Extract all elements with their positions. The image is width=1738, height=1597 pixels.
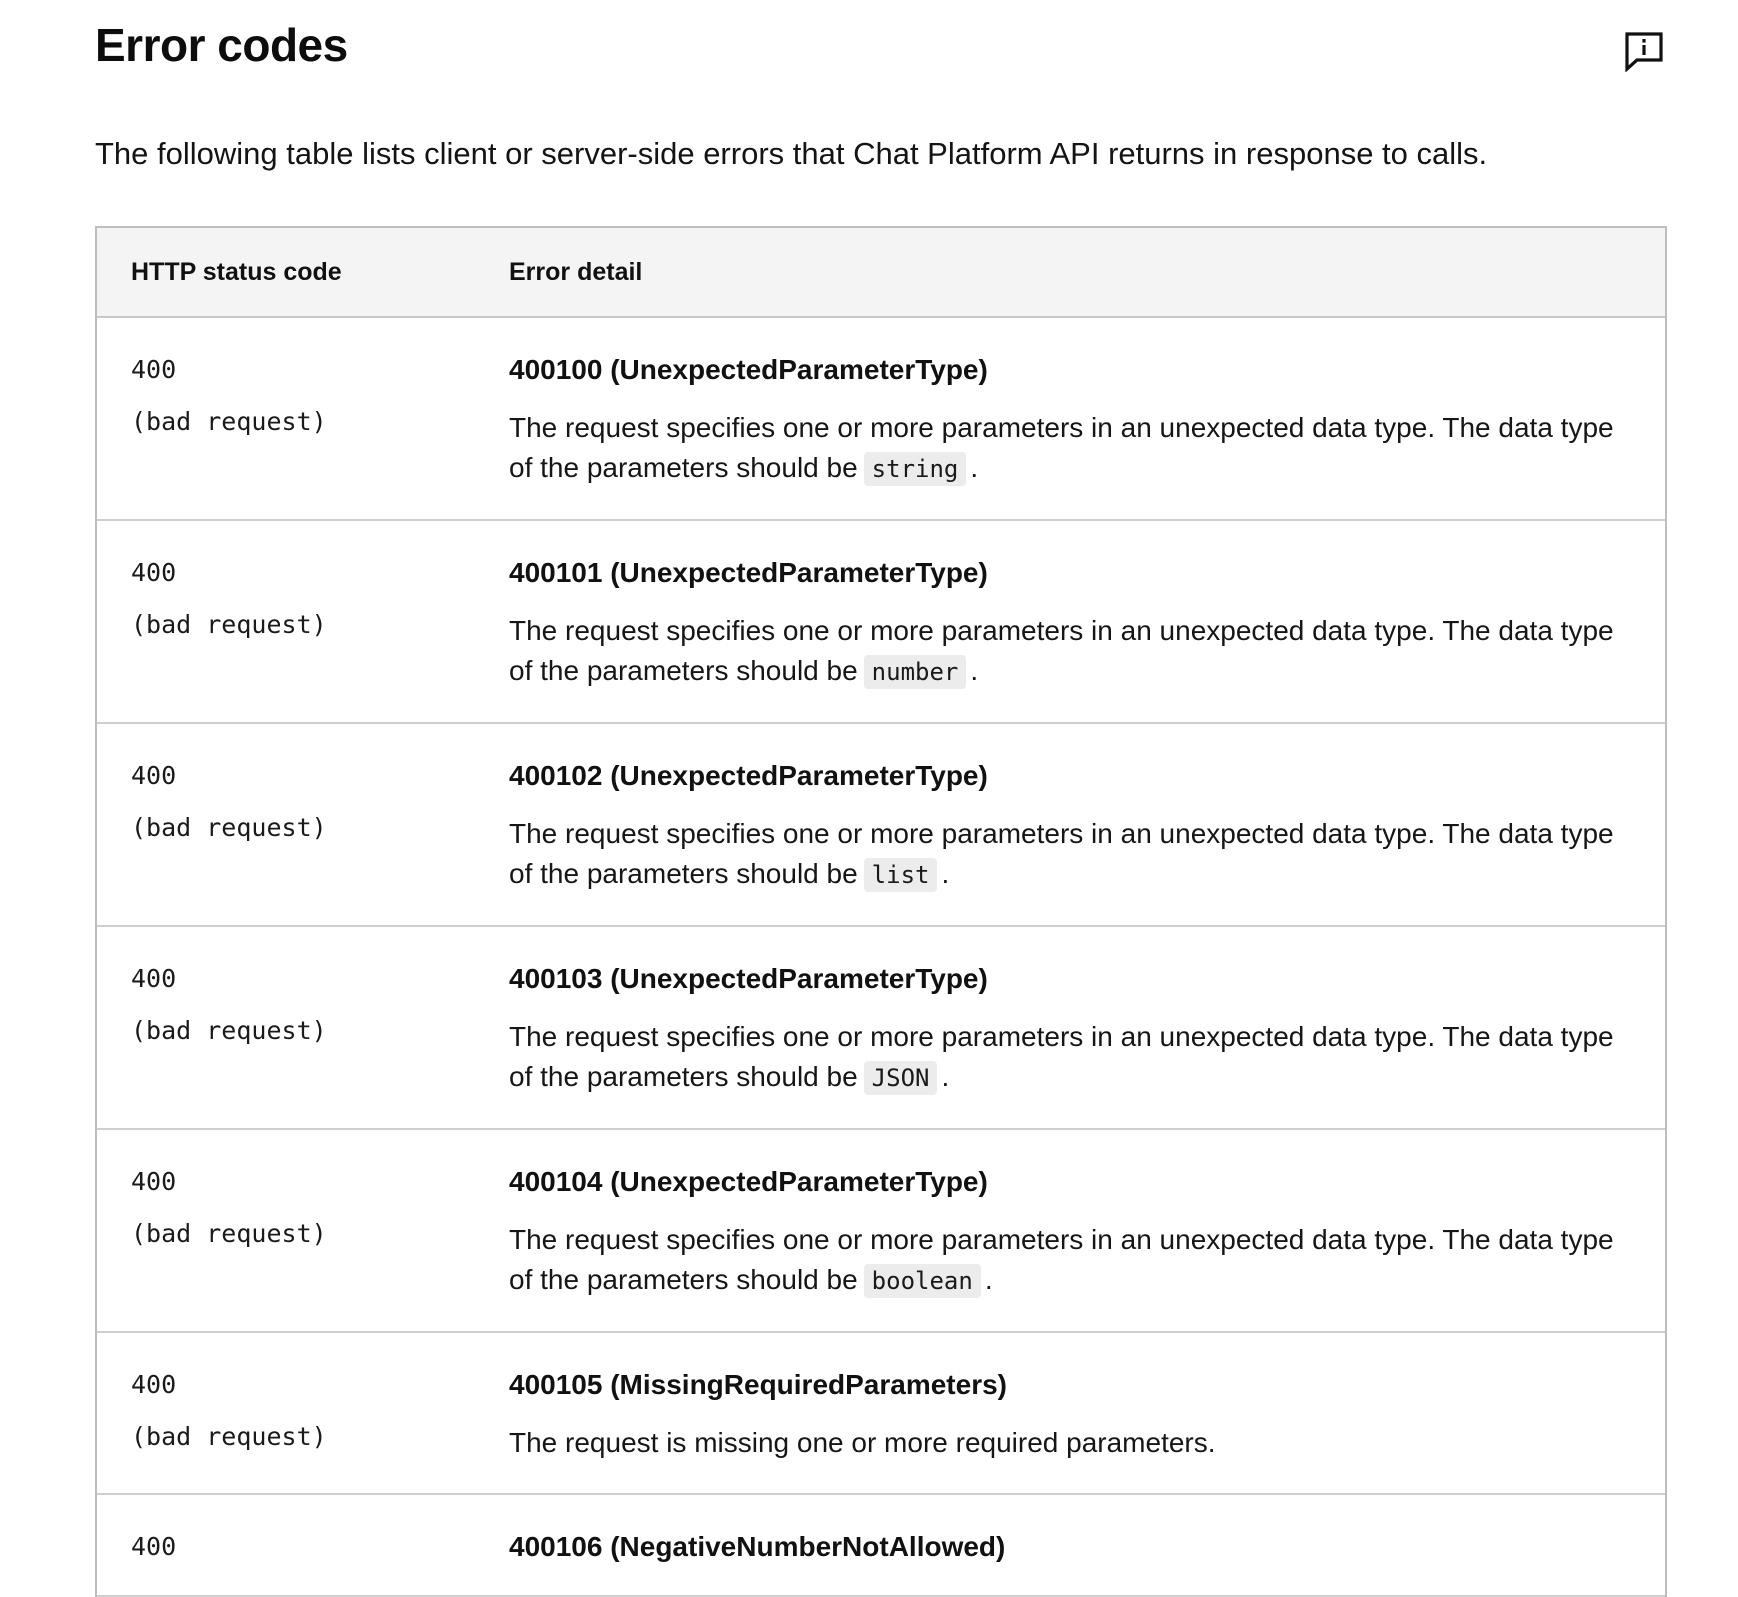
error-title: 400103 (UnexpectedParameterType) xyxy=(509,963,988,994)
status-code: 400 xyxy=(131,558,177,587)
error-description-end: . xyxy=(984,1264,993,1295)
table-row: 400 (bad request) 400105 (MissingRequire… xyxy=(97,1332,1665,1495)
status-text: (bad request) xyxy=(131,813,327,842)
error-title: 400106 (NegativeNumberNotAllowed) xyxy=(509,1531,1006,1562)
error-description: The request specifies one or more parame… xyxy=(509,408,1621,489)
error-title: 400101 (UnexpectedParameterType) xyxy=(509,557,988,588)
detail-cell: 400105 (MissingRequiredParameters) The r… xyxy=(509,1332,1665,1495)
status-cell: 400 (bad request) xyxy=(97,723,509,927)
table-row: 400 (bad request) 400101 (UnexpectedPara… xyxy=(97,520,1665,724)
status-cell: 400 (bad request) xyxy=(97,520,509,724)
error-description: The request specifies one or more parame… xyxy=(509,1220,1621,1301)
error-title: 400102 (UnexpectedParameterType) xyxy=(509,760,988,791)
column-header-detail: Error detail xyxy=(509,228,1665,318)
status-text: (bad request) xyxy=(131,1016,327,1045)
error-description-text: The request specifies one or more parame… xyxy=(509,412,1614,483)
status-code: 400 xyxy=(131,1532,177,1561)
page-content: Error codes The following table lists cl… xyxy=(95,0,1667,1597)
status-text: (bad request) xyxy=(131,1422,327,1451)
table-row: 400 (bad request) 400103 (UnexpectedPara… xyxy=(97,926,1665,1130)
feedback-button[interactable] xyxy=(1621,28,1667,74)
table-row: 400 (bad request) 400102 (UnexpectedPara… xyxy=(97,723,1665,927)
error-codes-table: HTTP status code Error detail 400 (bad r… xyxy=(95,226,1667,1597)
data-type-code: JSON xyxy=(863,1061,938,1095)
error-description: The request specifies one or more parame… xyxy=(509,814,1621,895)
status-cell: 400 (bad request) xyxy=(97,1129,509,1333)
status-cell: 400 (bad request) xyxy=(97,926,509,1130)
error-title: 400100 (UnexpectedParameterType) xyxy=(509,354,988,385)
detail-cell: 400103 (UnexpectedParameterType) The req… xyxy=(509,926,1665,1130)
status-cell: 400 (bad request) xyxy=(97,317,509,521)
error-description-end: . xyxy=(970,452,979,483)
data-type-code: list xyxy=(863,858,938,892)
detail-cell: 400101 (UnexpectedParameterType) The req… xyxy=(509,520,1665,724)
error-description: The request is missing one or more requi… xyxy=(509,1423,1621,1463)
table-row: 400 (bad request) 400104 (UnexpectedPara… xyxy=(97,1129,1665,1333)
error-title: 400105 (MissingRequiredParameters) xyxy=(509,1369,1007,1400)
error-title: 400104 (UnexpectedParameterType) xyxy=(509,1166,988,1197)
error-description-text: The request specifies one or more parame… xyxy=(509,615,1614,686)
detail-cell: 400106 (NegativeNumberNotAllowed) xyxy=(509,1494,1665,1597)
page-header: Error codes xyxy=(95,0,1667,110)
table-row: 400 400106 (NegativeNumberNotAllowed) xyxy=(97,1494,1665,1597)
error-description-text: The request specifies one or more parame… xyxy=(509,1021,1614,1092)
page-title: Error codes xyxy=(95,19,348,71)
feedback-info-icon xyxy=(1625,32,1663,72)
intro-paragraph: The following table lists client or serv… xyxy=(95,136,1488,171)
status-code: 400 xyxy=(131,1370,177,1399)
status-text: (bad request) xyxy=(131,610,327,639)
error-description-text: The request is missing one or more requi… xyxy=(509,1427,1216,1458)
detail-cell: 400102 (UnexpectedParameterType) The req… xyxy=(509,723,1665,927)
error-description-text: The request specifies one or more parame… xyxy=(509,818,1614,889)
table-row: 400 (bad request) 400100 (UnexpectedPara… xyxy=(97,317,1665,521)
detail-cell: 400104 (UnexpectedParameterType) The req… xyxy=(509,1129,1665,1333)
detail-cell: 400100 (UnexpectedParameterType) The req… xyxy=(509,317,1665,521)
status-code: 400 xyxy=(131,964,177,993)
error-description: The request specifies one or more parame… xyxy=(509,611,1621,692)
error-description: The request specifies one or more parame… xyxy=(509,1017,1621,1098)
status-code: 400 xyxy=(131,355,177,384)
table-header-row: HTTP status code Error detail xyxy=(97,228,1665,318)
status-code: 400 xyxy=(131,761,177,790)
error-description-end: . xyxy=(941,858,950,889)
status-code: 400 xyxy=(131,1167,177,1196)
status-cell: 400 xyxy=(97,1494,509,1597)
column-header-status: HTTP status code xyxy=(97,228,509,318)
status-text: (bad request) xyxy=(131,1219,327,1248)
status-cell: 400 (bad request) xyxy=(97,1332,509,1495)
data-type-code: string xyxy=(863,452,967,486)
error-description-text: The request specifies one or more parame… xyxy=(509,1224,1614,1295)
error-description-end: . xyxy=(970,655,979,686)
status-text: (bad request) xyxy=(131,407,327,436)
data-type-code: number xyxy=(863,655,967,689)
error-description-end: . xyxy=(941,1061,950,1092)
data-type-code: boolean xyxy=(863,1264,981,1298)
